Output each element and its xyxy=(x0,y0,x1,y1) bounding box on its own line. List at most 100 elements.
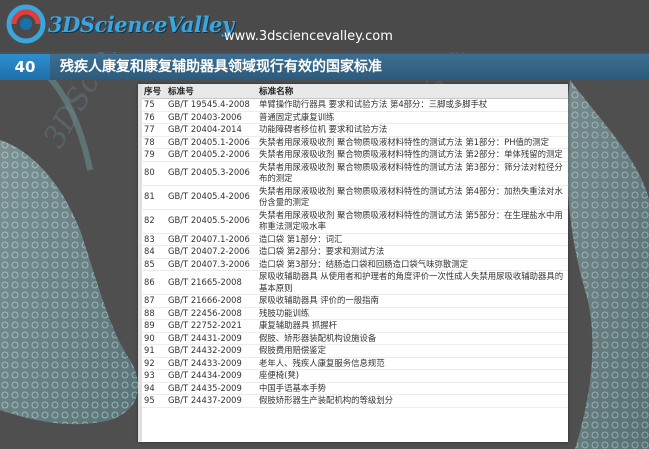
table-row: 76 GB/T 20403-2006 普通固定式康复训练 xyxy=(142,111,568,124)
standard-name: 失禁者用尿液吸收剂 聚合物质吸液材料特性的测试方法 第2部分：单体残留的测定 xyxy=(257,148,568,162)
standard-name: 假肢、矫形器装配机构设施设备 xyxy=(257,332,568,345)
row-number: 75 xyxy=(142,98,166,112)
slide-number-badge: 40 xyxy=(0,54,50,80)
row-number: 77 xyxy=(142,123,166,137)
table-row: 77 GB/T 20404-2014 功能障碍者移位机 要求和试验方法 xyxy=(142,123,568,137)
standard-name: 功能障碍者移位机 要求和试验方法 xyxy=(257,123,568,137)
standard-name: 康复辅助器具 抓握杆 xyxy=(257,319,568,333)
standard-code: GB/T 20405.5-2006 xyxy=(166,209,257,234)
column-header-no: 序号 xyxy=(142,84,166,99)
standard-code: GB/T 20405.1-2006 xyxy=(166,136,257,149)
standard-code: GB/T 22752-2021 xyxy=(166,319,257,333)
table-row: 85 GB/T 20407.3-2006 造口袋 第3部分：结肠造口袋和回肠造口袋气… xyxy=(142,258,568,271)
table-row: 80 GB/T 20405.3-2006 失禁者用尿液吸收剂 聚合物质吸液材料特性的… xyxy=(142,161,568,186)
standard-code: GB/T 20405.2-2006 xyxy=(166,148,257,162)
row-number: 95 xyxy=(142,394,166,408)
standard-code: GB/T 24437-2009 xyxy=(166,394,257,408)
row-number: 82 xyxy=(142,209,166,234)
logo[interactable]: 3DScienceValley xyxy=(6,4,234,44)
row-number: 89 xyxy=(142,319,166,333)
standard-name: 失禁者用尿液吸收剂 聚合物质吸液材料特性的测试方法 第5部分：在生理盐水中用称重… xyxy=(257,209,568,234)
standard-name: 尿吸收辅助器具 从使用者和护理者的角度评价一次性成人失禁用尿吸收辅助器具的基本原… xyxy=(257,270,568,295)
row-number: 86 xyxy=(142,270,166,295)
standard-code: GB/T 20407.3-2006 xyxy=(166,258,257,271)
standard-name: 造口袋 第3部分：结肠造口袋和回肠造口袋气味弥散测定 xyxy=(257,258,568,271)
table-row: 75 GB/T 19545.4-2008 单臂操作助行器具 要求和试验方法 第4部分… xyxy=(142,98,568,112)
standards-table: 序号 标准号 标准名称 75 GB/T 19545.4-2008 单臂操作助行器具 … xyxy=(142,84,568,408)
standard-code: GB/T 24431-2009 xyxy=(166,332,257,345)
standard-code: GB/T 20404-2014 xyxy=(166,123,257,137)
standard-code: GB/T 22456-2008 xyxy=(166,307,257,320)
row-number: 93 xyxy=(142,369,166,383)
standard-name: 普通固定式康复训练 xyxy=(257,111,568,124)
standard-name: 假肢费用赔偿鉴定 xyxy=(257,344,568,358)
table-row: 78 GB/T 20405.1-2006 失禁者用尿液吸收剂 聚合物质吸液材料特性的… xyxy=(142,136,568,149)
table-row: 91 GB/T 24432-2009 假肢费用赔偿鉴定 xyxy=(142,344,568,358)
slide: 3DScienceValley 3DScienceValley 3DScienc… xyxy=(0,0,649,449)
table-row: 83 GB/T 20407.1-2006 造口袋 第1部分：词汇 xyxy=(142,233,568,246)
standard-name: 残肢功能训练 xyxy=(257,307,568,320)
table-row: 81 GB/T 20405.4-2006 失禁者用尿液吸收剂 聚合物质吸液材料特性的… xyxy=(142,185,568,210)
standard-code: GB/T 24432-2009 xyxy=(166,344,257,358)
standard-code: GB/T 20407.2-2006 xyxy=(166,245,257,259)
row-number: 76 xyxy=(142,111,166,124)
standard-name: 单臂操作助行器具 要求和试验方法 第4部分：三脚或多脚手杖 xyxy=(257,98,568,112)
row-number: 84 xyxy=(142,245,166,259)
standard-code: GB/T 20407.1-2006 xyxy=(166,233,257,246)
logo-text: 3DScienceValley xyxy=(48,11,234,37)
standard-name: 老年人、残疾人康复服务信息规范 xyxy=(257,357,568,370)
standard-code: GB/T 24433-2009 xyxy=(166,357,257,370)
row-number: 88 xyxy=(142,307,166,320)
standard-code: GB/T 20403-2006 xyxy=(166,111,257,124)
table-row: 90 GB/T 24431-2009 假肢、矫形器装配机构设施设备 xyxy=(142,332,568,345)
column-header-name: 标准名称 xyxy=(257,84,568,99)
table-row: 86 GB/T 21665-2008 尿吸收辅助器具 从使用者和护理者的角度评价一次… xyxy=(142,270,568,295)
table-row: 88 GB/T 22456-2008 残肢功能训练 xyxy=(142,307,568,320)
table-row: 79 GB/T 20405.2-2006 失禁者用尿液吸收剂 聚合物质吸液材料特性的… xyxy=(142,148,568,162)
standard-name: 尿吸收辅助器具 评价的一般指南 xyxy=(257,294,568,308)
row-number: 90 xyxy=(142,332,166,345)
row-number: 91 xyxy=(142,344,166,358)
row-number: 85 xyxy=(142,258,166,271)
standard-name: 造口袋 第1部分：词汇 xyxy=(257,233,568,246)
header: 3DScienceValley www.3dsciencevalley.com xyxy=(0,0,649,52)
column-header-code: 标准号 xyxy=(166,84,257,99)
standard-code: GB/T 20405.3-2006 xyxy=(166,161,257,186)
standard-code: GB/T 21665-2008 xyxy=(166,270,257,295)
standard-code: GB/T 24434-2009 xyxy=(166,369,257,383)
site-url[interactable]: www.3dsciencevalley.com xyxy=(224,29,393,44)
standard-code: GB/T 24435-2009 xyxy=(166,382,257,395)
3d-science-valley-logo-icon xyxy=(6,4,46,44)
standard-code: GB/T 20405.4-2006 xyxy=(166,185,257,210)
table-row: 82 GB/T 20405.5-2006 失禁者用尿液吸收剂 聚合物质吸液材料特性的… xyxy=(142,209,568,234)
standard-name: 座便椅(凳) xyxy=(257,369,568,383)
page-title: 残疾人康复和康复辅助器具领域现行有效的国家标准 xyxy=(60,59,382,75)
title-bar: 40 残疾人康复和康复辅助器具领域现行有效的国家标准 xyxy=(0,54,649,80)
table-row: 89 GB/T 22752-2021 康复辅助器具 抓握杆 xyxy=(142,319,568,333)
table-row: 94 GB/T 24435-2009 中国手语基本手势 xyxy=(142,382,568,395)
row-number: 94 xyxy=(142,382,166,395)
standard-name: 失禁者用尿液吸收剂 聚合物质吸液材料特性的测试方法 第1部分：PH值的测定 xyxy=(257,136,568,149)
standard-name: 假肢矫形器生产装配机构的等级划分 xyxy=(257,394,568,408)
table-row: 84 GB/T 20407.2-2006 造口袋 第2部分：要求和测试方法 xyxy=(142,245,568,259)
row-number: 83 xyxy=(142,233,166,246)
row-number: 92 xyxy=(142,357,166,370)
standard-code: GB/T 19545.4-2008 xyxy=(166,98,257,112)
table-row: 93 GB/T 24434-2009 座便椅(凳) xyxy=(142,369,568,383)
row-number: 79 xyxy=(142,148,166,162)
table-row: 92 GB/T 24433-2009 老年人、残疾人康复服务信息规范 xyxy=(142,357,568,370)
table-header-row: 序号 标准号 标准名称 xyxy=(142,84,568,99)
standard-name: 失禁者用尿液吸收剂 聚合物质吸液材料特性的测试方法 第3部分：筛分法对粒径分布的… xyxy=(257,161,568,186)
table-body: 75 GB/T 19545.4-2008 单臂操作助行器具 要求和试验方法 第4部分… xyxy=(142,98,568,408)
table-row: 87 GB/T 21666-2008 尿吸收辅助器具 评价的一般指南 xyxy=(142,294,568,308)
table-row: 95 GB/T 24437-2009 假肢矫形器生产装配机构的等级划分 xyxy=(142,394,568,408)
standard-name: 中国手语基本手势 xyxy=(257,382,568,395)
row-number: 78 xyxy=(142,136,166,149)
row-number: 87 xyxy=(142,294,166,308)
row-number: 80 xyxy=(142,161,166,186)
standard-name: 造口袋 第2部分：要求和测试方法 xyxy=(257,245,568,259)
standards-table-panel: 序号 标准号 标准名称 75 GB/T 19545.4-2008 单臂操作助行器具 … xyxy=(138,84,568,442)
standard-name: 失禁者用尿液吸收剂 聚合物质吸液材料特性的测试方法 第4部分：加热失重法对水份含… xyxy=(257,185,568,210)
row-number: 81 xyxy=(142,185,166,210)
standard-code: GB/T 21666-2008 xyxy=(166,294,257,308)
